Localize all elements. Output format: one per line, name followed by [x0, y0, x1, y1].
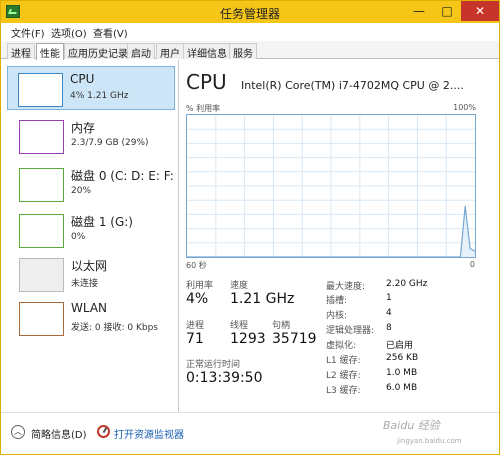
spec-l1-cache-value: 256 KB [386, 353, 419, 363]
title-bar: 任务管理器 — □ ✕ [1, 1, 499, 23]
tab-bar: 进程 性能 应用历史记录 启动 用户 详细信息 服务 [1, 41, 499, 60]
sidebar-item-title: 磁盘 1 (G:) [71, 215, 133, 229]
spec-max-speed-value: 2.20 GHz [386, 279, 428, 289]
spec-l3-cache-value: 6.0 MB [386, 383, 418, 393]
spec-l2-cache-label: L2 缓存: [326, 371, 361, 381]
sidebar-item-subtitle: 0% [71, 232, 86, 242]
menu-file[interactable]: 文件(F) [11, 25, 45, 40]
footer-bar: ︿ 简略信息(D) 打开资源监视器 Baidu 经验 jingyan.baidu… [1, 412, 499, 454]
sidebar-item-ethernet[interactable]: 以太网 未连接 [9, 252, 177, 296]
time-right-label: 0 [469, 260, 475, 269]
handles-value: 35719 [272, 331, 317, 347]
utilization-label: 利用率 [186, 281, 214, 291]
cpu-graph-svg [187, 115, 476, 258]
time-left-label: 60 秒 [186, 261, 207, 270]
spec-virtualization-value: 已启用 [386, 341, 414, 351]
watermark-logo: Baidu 经验 [383, 419, 440, 432]
watermark-url: jingyan.baidu.com [397, 437, 462, 445]
processes-label: 进程 [186, 321, 205, 331]
spec-virtualization-label: 虚拟化: [326, 341, 357, 351]
spec-sockets-label: 插槽: [326, 296, 348, 306]
chevron-up-icon[interactable]: ︿ [11, 425, 25, 439]
sidebar-item-subtitle: 未连接 [71, 279, 99, 289]
sidebar-item-title: WLAN [71, 301, 108, 315]
wlan-thumbnail-graph [19, 302, 64, 336]
tab-details[interactable]: 详细信息 [183, 43, 231, 60]
sidebar-item-title: 内存 [71, 121, 96, 135]
max-axis-label: 100% [453, 103, 476, 112]
processes-value: 71 [186, 331, 204, 347]
sidebar-item-title: 磁盘 0 (C: D: E: F: [71, 169, 174, 183]
utilization-axis-label: % 利用率 [186, 104, 221, 113]
spec-l3-cache-label: L3 缓存: [326, 386, 361, 396]
spec-logical-processors-label: 逻辑处理器: [326, 326, 375, 336]
disk-1-thumbnail-graph [19, 214, 64, 248]
cpu-detail-panel: CPU Intel(R) Core(TM) i7-4702MQ CPU @ 2.… [180, 60, 499, 412]
minimize-button[interactable]: — [405, 1, 433, 21]
tab-startup[interactable]: 启动 [127, 43, 155, 60]
utilization-value: 4% [186, 291, 209, 307]
memory-thumbnail-graph [19, 120, 64, 154]
spec-logical-processors-value: 8 [386, 323, 392, 333]
tab-performance[interactable]: 性能 [36, 43, 64, 60]
resource-monitor-icon[interactable] [97, 425, 110, 438]
sidebar-item-subtitle: 20% [71, 186, 92, 196]
handles-label: 句柄 [272, 321, 291, 331]
task-manager-window: 任务管理器 — □ ✕ 文件(F) 选项(O) 查看(V) 进程 性能 应用历史… [0, 0, 500, 455]
sidebar-item-memory[interactable]: 内存 2.3/7.9 GB (29%) [9, 114, 177, 158]
cpu-model-name: Intel(R) Core(TM) i7-4702MQ CPU @ 2.... [241, 79, 464, 92]
cpu-utilization-graph [186, 114, 476, 258]
sidebar-item-disk-1[interactable]: 磁盘 1 (G:) 0% [9, 208, 177, 252]
performance-sidebar: CPU 4% 1.21 GHz 内存 2.3/7.9 GB (29%) 磁盘 0… [1, 60, 179, 412]
tab-services[interactable]: 服务 [229, 43, 257, 60]
sidebar-item-subtitle: 发送: 0 接收: 0 Kbps [71, 323, 158, 333]
menu-view[interactable]: 查看(V) [93, 25, 128, 40]
threads-label: 线程 [230, 321, 249, 331]
open-resource-monitor-link[interactable]: 打开资源监视器 [114, 426, 184, 441]
tab-users[interactable]: 用户 [156, 43, 184, 60]
sidebar-item-title: 以太网 [71, 259, 108, 273]
spec-max-speed-label: 最大速度: [326, 282, 366, 292]
menu-options[interactable]: 选项(O) [51, 25, 87, 40]
maximize-button[interactable]: □ [433, 1, 461, 21]
sidebar-item-cpu[interactable]: CPU 4% 1.21 GHz [7, 66, 175, 110]
menu-bar: 文件(F) 选项(O) 查看(V) [1, 23, 499, 40]
uptime-value: 0:13:39:50 [186, 370, 263, 386]
sidebar-item-subtitle: 2.3/7.9 GB (29%) [71, 138, 149, 148]
sidebar-item-title: CPU [70, 72, 95, 86]
uptime-label: 正常运行时间 [186, 360, 241, 370]
close-button[interactable]: ✕ [461, 1, 499, 21]
spec-cores-label: 内核: [326, 311, 348, 321]
ethernet-thumbnail-graph [19, 258, 64, 292]
spec-cores-value: 4 [386, 308, 392, 318]
detail-heading: CPU [186, 70, 227, 94]
tab-processes[interactable]: 进程 [7, 43, 35, 60]
tab-app-history[interactable]: 应用历史记录 [64, 43, 132, 60]
sidebar-item-subtitle: 4% 1.21 GHz [70, 91, 129, 101]
sidebar-item-disk-0[interactable]: 磁盘 0 (C: D: E: F: 20% [9, 162, 177, 206]
threads-value: 1293 [230, 331, 266, 347]
speed-label: 速度 [230, 281, 249, 291]
disk-0-thumbnail-graph [19, 168, 64, 202]
spec-l2-cache-value: 1.0 MB [386, 368, 418, 378]
spec-sockets-value: 1 [386, 293, 392, 303]
sidebar-item-wlan[interactable]: WLAN 发送: 0 接收: 0 Kbps [9, 296, 177, 340]
spec-l1-cache-label: L1 缓存: [326, 356, 361, 366]
speed-value: 1.21 GHz [230, 291, 295, 307]
fewer-details-button[interactable]: 简略信息(D) [31, 426, 87, 441]
cpu-thumbnail-graph [18, 73, 63, 107]
